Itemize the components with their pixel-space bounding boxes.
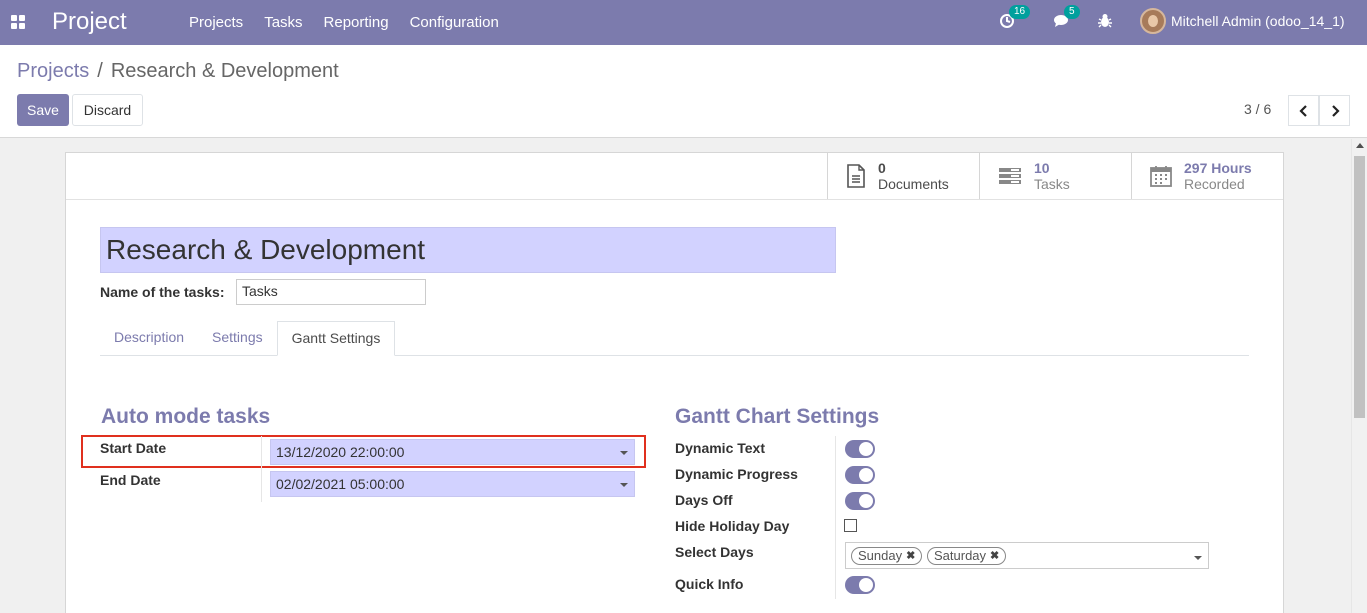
user-avatar: [1140, 8, 1166, 34]
gantt-settings-section-title: Gantt Chart Settings: [675, 405, 880, 428]
end-date-field[interactable]: 02/02/2021 05:00:00: [270, 471, 635, 497]
pager-previous-button[interactable]: [1288, 95, 1319, 126]
dynamic-text-label: Dynamic Text: [675, 440, 765, 456]
remove-tag-icon[interactable]: ✖: [990, 548, 999, 564]
debug-bug-icon[interactable]: [1095, 11, 1115, 31]
name-of-tasks-input[interactable]: Tasks: [236, 279, 426, 305]
end-date-value: 02/02/2021 05:00:00: [276, 476, 405, 492]
activity-clock-icon[interactable]: 16: [997, 5, 1031, 31]
tab-gantt-settings[interactable]: Gantt Settings: [276, 321, 396, 356]
menu-item-projects[interactable]: Projects: [189, 14, 243, 31]
tag-sunday: Sunday ✖: [851, 547, 923, 565]
save-button[interactable]: Save: [17, 94, 69, 126]
dropdown-caret-icon: [620, 483, 628, 487]
dynamic-text-toggle[interactable]: [845, 440, 875, 458]
auto-mode-section-title: Auto mode tasks: [101, 405, 271, 428]
tasks-stat-button[interactable]: 10 Tasks: [980, 152, 1132, 200]
tasks-icon: [999, 168, 1021, 184]
breadcrumb-separator: /: [97, 60, 103, 82]
project-title-field[interactable]: Research & Development: [100, 227, 836, 273]
start-date-field[interactable]: 13/12/2020 22:00:00: [270, 439, 635, 465]
days-off-label: Days Off: [675, 492, 733, 508]
documents-count: 0: [878, 160, 886, 176]
tasks-count: 10: [1034, 160, 1050, 176]
select-days-field[interactable]: Sunday ✖ Saturday ✖: [845, 542, 1209, 569]
field-divider: [261, 436, 262, 502]
tag-saturday: Saturday ✖: [927, 547, 1007, 565]
documents-stat-button[interactable]: 0 Documents: [828, 152, 980, 200]
main-menu: Projects Tasks Reporting Configuration: [189, 14, 499, 31]
documents-label: Documents: [878, 176, 949, 192]
dynamic-progress-label: Dynamic Progress: [675, 466, 798, 482]
tasks-label: Tasks: [1034, 176, 1070, 192]
tab-settings[interactable]: Settings: [198, 321, 277, 356]
name-of-tasks-label: Name of the tasks:: [100, 284, 225, 300]
breadcrumb-current: Research & Development: [110, 60, 339, 82]
tab-description[interactable]: Description: [100, 321, 198, 356]
menu-item-configuration[interactable]: Configuration: [410, 14, 499, 31]
quick-info-toggle[interactable]: [845, 576, 875, 594]
timesheet-stat-button[interactable]: 297 Hours Recorded: [1132, 152, 1284, 200]
breadcrumb-projects[interactable]: Projects: [17, 60, 89, 83]
discard-button[interactable]: Discard: [72, 94, 143, 126]
menu-item-reporting[interactable]: Reporting: [324, 14, 389, 31]
document-icon: [847, 164, 865, 188]
messages-icon[interactable]: 5: [1052, 5, 1080, 31]
days-off-toggle[interactable]: [845, 492, 875, 510]
messages-badge: 5: [1064, 5, 1080, 19]
breadcrumb: Projects / Research & Development: [17, 60, 339, 83]
control-panel: Projects / Research & Development Save D…: [0, 45, 1367, 138]
remove-tag-icon[interactable]: ✖: [906, 548, 915, 564]
dynamic-progress-toggle[interactable]: [845, 466, 875, 484]
dropdown-caret-icon: [620, 451, 628, 455]
hide-holiday-day-checkbox[interactable]: [844, 519, 857, 532]
end-date-label: End Date: [100, 472, 161, 488]
app-brand[interactable]: Project: [52, 8, 127, 36]
start-date-label: Start Date: [100, 440, 167, 456]
quick-info-label: Quick Info: [675, 576, 744, 592]
activity-badge: 16: [1009, 5, 1031, 19]
vertical-scrollbar[interactable]: [1351, 139, 1367, 613]
dropdown-caret-icon[interactable]: [1194, 556, 1202, 560]
hours-label: Recorded: [1184, 176, 1245, 192]
hours-value: 297 Hours: [1184, 160, 1252, 176]
start-date-value: 13/12/2020 22:00:00: [276, 444, 405, 460]
hide-holiday-day-label: Hide Holiday Day: [675, 518, 790, 534]
select-days-label: Select Days: [675, 544, 754, 560]
tag-saturday-label: Saturday: [934, 548, 987, 563]
menu-item-tasks[interactable]: Tasks: [264, 14, 302, 31]
top-navbar: Project Projects Tasks Reporting Configu…: [0, 0, 1367, 45]
calendar-icon: [1150, 166, 1172, 187]
field-divider: [835, 436, 836, 599]
chevron-left-icon: [1298, 104, 1307, 117]
button-box-divider: [66, 199, 1283, 200]
apps-menu-icon[interactable]: [11, 15, 25, 29]
user-name: Mitchell Admin (odoo_14_1): [1171, 13, 1345, 29]
notebook-tabs: Description Settings Gantt Settings: [100, 321, 1249, 356]
stat-button-box: 0 Documents 10 Tasks 297 Hours Recorded: [827, 152, 1284, 200]
user-menu[interactable]: Mitchell Admin (odoo_14_1): [1140, 8, 1367, 34]
pager-buttons: [1288, 95, 1350, 126]
pager-next-button[interactable]: [1319, 95, 1350, 126]
tag-sunday-label: Sunday: [858, 548, 903, 563]
chevron-right-icon: [1331, 104, 1340, 117]
pager-value[interactable]: 3 / 6: [1244, 101, 1271, 117]
